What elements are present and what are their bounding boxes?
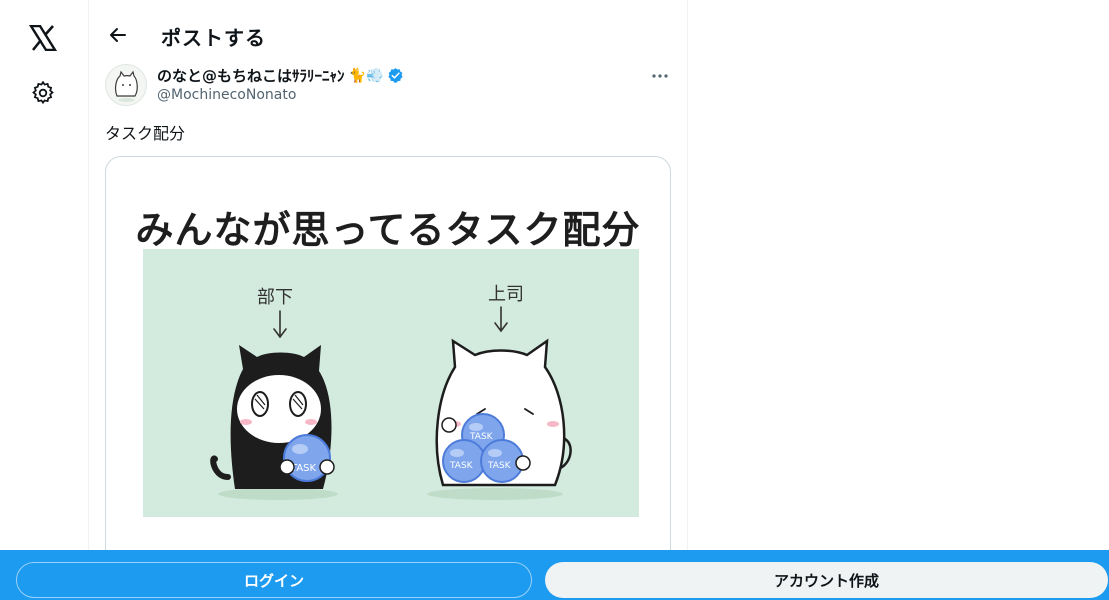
login-bar: ログイン アカウント作成: [0, 550, 1109, 600]
post-media[interactable]: みんなが思ってるタスク配分 部下 上司 TASK TASK TASK TASK: [105, 156, 671, 576]
left-nav: [0, 0, 88, 600]
page-header: ポストする: [89, 14, 687, 58]
cats-illustration: 部下 上司 TASK TASK TASK TASK: [143, 249, 639, 517]
task-ball-label: TASK: [469, 432, 494, 442]
display-name[interactable]: のなと@もちねこはｻﾗﾘｰﾆｬﾝ 🐈💨: [157, 65, 404, 86]
task-ball-label: TASK: [487, 461, 512, 471]
label-subordinate: 部下: [257, 287, 293, 308]
more-options-button[interactable]: [645, 64, 675, 88]
back-button[interactable]: [101, 18, 135, 52]
x-logo-icon[interactable]: [20, 15, 66, 61]
arrow-left-icon: [110, 28, 126, 42]
user-handle[interactable]: @MochinecoNonato: [157, 87, 296, 103]
post-detail-column: ポストする のなと@もちねこはｻﾗﾘｰﾆｬﾝ 🐈💨 @MochinecoNona…: [88, 0, 688, 600]
label-boss: 上司: [488, 284, 524, 305]
task-ball-label: TASK: [449, 461, 474, 471]
login-button[interactable]: ログイン: [16, 562, 532, 598]
display-name-text: のなと@もちねこはｻﾗﾘｰﾆｬﾝ: [157, 67, 345, 85]
media-title: みんなが思ってるタスク配分: [135, 208, 641, 252]
post-text: タスク配分: [105, 124, 186, 143]
gear-icon[interactable]: [20, 70, 66, 116]
post-author: のなと@もちねこはｻﾗﾘｰﾆｬﾝ 🐈💨 @MochinecoNonato: [105, 64, 675, 108]
avatar[interactable]: [105, 64, 147, 106]
name-emoji: 🐈💨: [348, 67, 384, 84]
verified-badge-icon: [388, 68, 403, 83]
create-account-button[interactable]: アカウント作成: [545, 562, 1108, 598]
page-title: ポストする: [161, 26, 266, 50]
more-dots-icon: [652, 74, 668, 78]
